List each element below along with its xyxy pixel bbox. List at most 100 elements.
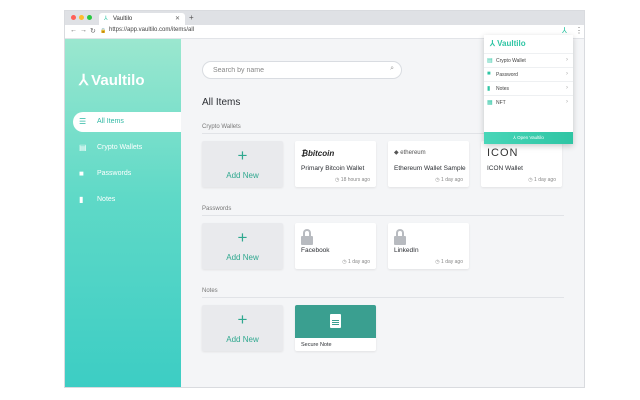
tab-title: Vaultilo: [113, 16, 133, 22]
clock-icon: ◷: [528, 177, 533, 183]
section-label-passwords: Passwords: [202, 206, 232, 212]
sidebar-item-all-items[interactable]: ☰ All Items: [73, 112, 181, 132]
clock-icon: ◷: [435, 259, 440, 265]
card-title: LinkedIn: [394, 247, 419, 254]
card-title: Ethereum Wallet Sample: [394, 165, 466, 172]
search-icon[interactable]: ⌕: [390, 65, 394, 73]
wallet-icon: ▤: [487, 58, 493, 64]
vaultilo-extension-icon[interactable]: ⅄: [562, 26, 567, 35]
note-card-secure-note[interactable]: Secure Note: [295, 305, 376, 351]
card-timestamp: ◷ 18 hours ago: [335, 177, 370, 183]
popup-item-label: Crypto Wallet: [496, 58, 526, 64]
new-tab-button[interactable]: +: [189, 13, 194, 22]
minimize-window-button[interactable]: [79, 15, 84, 20]
chevron-right-icon: ›: [566, 99, 568, 105]
clock-icon: ◷: [342, 259, 347, 265]
popup-item-label: Password: [496, 72, 518, 78]
note-banner: [295, 305, 376, 338]
plus-icon: +: [237, 146, 248, 165]
section-label-crypto-wallets: Crypto Wallets: [202, 124, 241, 130]
section-divider: [202, 215, 564, 216]
card-title: Secure Note: [301, 342, 332, 348]
wallet-card-icon[interactable]: ICON ICON Wallet ◷ 1 day ago: [481, 141, 562, 187]
page-title: All Items: [202, 97, 241, 108]
clock-icon: ◷: [335, 177, 340, 183]
add-new-crypto-wallet-button[interactable]: + Add New: [202, 141, 283, 187]
popup-item-crypto-wallet[interactable]: ▤ Crypto Wallet ›: [484, 53, 573, 67]
nft-icon: ▦: [487, 100, 493, 106]
sidebar-item-label: Notes: [97, 196, 116, 203]
add-new-label: Add New: [226, 335, 259, 344]
card-title: ICON Wallet: [487, 165, 523, 172]
card-timestamp: ◷ 1 day ago: [528, 177, 556, 183]
back-arrow-icon[interactable]: ←: [70, 27, 77, 34]
card-title: Primary Bitcoin Wallet: [301, 165, 365, 172]
close-tab-icon[interactable]: ✕: [175, 15, 180, 22]
sidebar-item-crypto-wallets[interactable]: ▤ Crypto Wallets: [73, 138, 181, 158]
browser-tab[interactable]: ⅄ Vaultilo ✕: [99, 13, 185, 25]
wallet-card-ethereum[interactable]: ◆ ethereum Ethereum Wallet Sample ◷ 1 da…: [388, 141, 469, 187]
note-icon: ▮: [487, 86, 491, 92]
section-label-notes: Notes: [202, 288, 218, 294]
browser-menu-icon[interactable]: ⋮: [575, 26, 583, 35]
document-icon: [330, 314, 341, 328]
add-new-label: Add New: [226, 253, 259, 262]
logo-text: Vaultilo: [91, 72, 145, 89]
extension-popup: ⅄ Vaultilo ▤ Crypto Wallet › ■ Password …: [484, 35, 573, 144]
close-window-button[interactable]: [71, 15, 76, 20]
password-card-facebook[interactable]: Facebook ◷ 1 day ago: [295, 223, 376, 269]
popup-item-label: Notes: [496, 86, 510, 92]
password-card-linkedin[interactable]: LinkedIn ◷ 1 day ago: [388, 223, 469, 269]
add-new-password-button[interactable]: + Add New: [202, 223, 283, 269]
url-field[interactable]: https://app.vaultilo.com/items/all: [109, 27, 194, 33]
ethereum-logo-icon: ◆ ethereum: [394, 150, 426, 156]
popup-item-password[interactable]: ■ Password ›: [484, 67, 573, 81]
note-icon: ▮: [79, 195, 84, 204]
card-timestamp: ◷ 1 day ago: [435, 177, 463, 183]
sidebar-item-notes[interactable]: ▮ Notes: [73, 190, 181, 210]
popup-item-notes[interactable]: ▮ Notes ›: [484, 81, 573, 95]
search-box[interactable]: ⌕: [202, 61, 402, 79]
vaultilo-logo[interactable]: ⅄ Vaultilo: [79, 71, 145, 89]
bitcoin-logo-icon: ₿bitcoin: [301, 149, 335, 158]
chevron-right-icon: ›: [566, 71, 568, 77]
lock-icon: ■: [487, 71, 491, 77]
card-timestamp: ◷ 1 day ago: [435, 259, 463, 265]
sidebar-item-label: Passwords: [97, 170, 132, 177]
padlock-icon: [394, 229, 406, 245]
sidebar: ⅄ Vaultilo ☰ All Items ▤ Crypto Wallets ■…: [65, 39, 181, 387]
chevron-right-icon: ›: [566, 85, 568, 91]
forward-arrow-icon[interactable]: →: [80, 27, 87, 34]
popup-logo: ⅄ Vaultilo: [490, 39, 526, 48]
browser-tab-bar: ⅄ Vaultilo ✕ +: [65, 11, 584, 25]
vaultilo-mark-icon: ⅄: [79, 72, 89, 89]
add-new-label: Add New: [226, 171, 259, 180]
screenshot-stage: ⅄ Vaultilo ✕ + ← → ↻ 🔒 https://app.vault…: [0, 0, 640, 400]
lock-icon: ■: [79, 169, 84, 178]
maximize-window-button[interactable]: [87, 15, 92, 20]
lock-icon: 🔒: [100, 28, 107, 34]
wallet-icon: ▤: [79, 143, 87, 152]
clock-icon: ◷: [435, 177, 440, 183]
add-new-note-button[interactable]: + Add New: [202, 305, 283, 351]
card-timestamp: ◷ 1 day ago: [342, 259, 370, 265]
popup-item-label: NFT: [496, 100, 506, 106]
sidebar-item-label: Crypto Wallets: [97, 144, 143, 151]
section-divider: [202, 297, 564, 298]
reload-icon[interactable]: ↻: [90, 27, 96, 35]
wallet-card-bitcoin[interactable]: ₿bitcoin Primary Bitcoin Wallet ◷ 18 hou…: [295, 141, 376, 187]
sidebar-item-passwords[interactable]: ■ Passwords: [73, 164, 181, 184]
padlock-icon: [301, 229, 313, 245]
popup-item-nft[interactable]: ▦ NFT ›: [484, 95, 573, 109]
plus-icon: +: [237, 310, 248, 329]
icon-network-logo-icon: ICON: [487, 147, 519, 159]
sidebar-item-label: All Items: [97, 118, 124, 125]
plus-icon: +: [237, 228, 248, 247]
vaultilo-favicon-icon: ⅄: [104, 16, 108, 22]
open-vaultilo-button[interactable]: ⅄ Open Vaultilo: [484, 132, 573, 144]
list-icon: ☰: [79, 117, 87, 126]
chevron-right-icon: ›: [566, 57, 568, 63]
card-title: Facebook: [301, 247, 330, 254]
search-input[interactable]: [213, 65, 383, 76]
vaultilo-mark-icon: ⅄: [490, 39, 495, 48]
